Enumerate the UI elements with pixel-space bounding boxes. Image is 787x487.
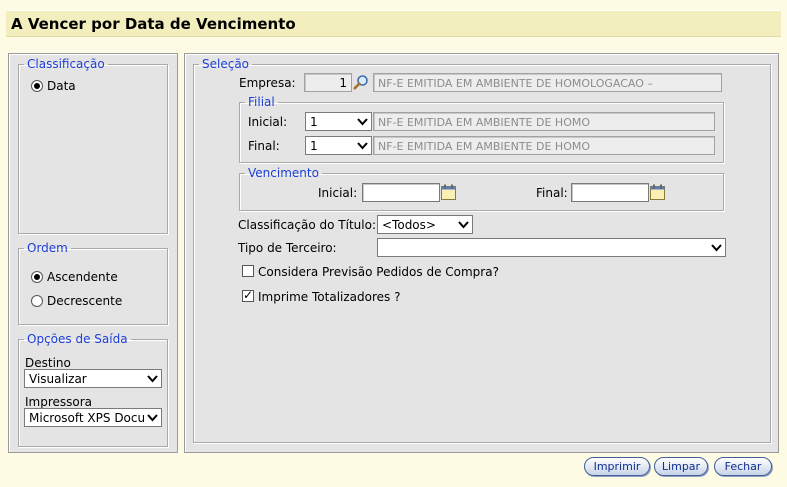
imprimir-button[interactable]: Imprimir [584, 457, 650, 476]
empresa-label: Empresa: [239, 76, 296, 90]
vencimento-inicial-input[interactable] [362, 183, 440, 202]
classificacao-legend: Classificação [27, 57, 105, 71]
limpar-button[interactable]: Limpar [654, 457, 708, 476]
destino-label: Destino [25, 356, 71, 370]
radio-ascendente[interactable] [31, 271, 43, 283]
impressora-value: Microsoft XPS Docu [29, 411, 146, 425]
classificacao-titulo-label: Classificação do Título: [238, 218, 376, 232]
impressora-label: Impressora [25, 395, 93, 409]
classificacao-titulo-value: <Todos> [382, 218, 436, 232]
considera-previsao-checkbox[interactable] [242, 265, 254, 277]
opcoes-saida-group: Opções de Saída [18, 332, 168, 447]
classificacao-titulo-select[interactable]: <Todos> [377, 215, 473, 234]
radio-decrescente-label: Decrescente [47, 294, 123, 308]
radio-decrescente[interactable] [31, 295, 43, 307]
chevron-down-icon [711, 244, 722, 252]
imprime-totalizadores-label: Imprime Totalizadores ? [258, 290, 401, 304]
tipo-terceiro-label: Tipo de Terceiro: [238, 241, 337, 255]
empresa-description-field: NF-E EMITIDA EM AMBIENTE DE HOMOLOGACAO … [373, 73, 722, 92]
vencimento-final-input[interactable] [571, 183, 649, 202]
fechar-button[interactable]: Fechar [714, 457, 772, 476]
radio-data-label: Data [47, 79, 76, 93]
checkmark-icon: ✓ [243, 288, 254, 302]
title-bar: A Vencer por Data de Vencimento [6, 10, 781, 37]
filial-final-value: 1 [310, 139, 318, 153]
vencimento-inicial-label: Inicial: [318, 186, 358, 200]
tipo-terceiro-select[interactable] [377, 238, 726, 257]
chevron-down-icon [147, 414, 158, 422]
ordem-legend: Ordem [27, 241, 68, 255]
imprime-totalizadores-checkbox[interactable]: ✓ [242, 288, 254, 302]
radio-data[interactable] [31, 80, 43, 92]
filial-final-select[interactable]: 1 [305, 136, 372, 155]
opcoes-saida-legend: Opções de Saída [27, 332, 128, 346]
vencimento-final-label: Final: [536, 186, 568, 200]
empresa-code: 1 [339, 76, 347, 90]
calendar-icon[interactable] [650, 184, 665, 200]
page-title: A Vencer por Data de Vencimento [11, 15, 296, 33]
empresa-description: NF-E EMITIDA EM AMBIENTE DE HOMOLOGACAO … [378, 77, 653, 90]
chevron-down-icon [357, 142, 368, 150]
filial-inicial-value: 1 [310, 115, 318, 129]
filial-inicial-select[interactable]: 1 [305, 112, 372, 131]
calendar-icon[interactable] [441, 184, 456, 200]
filial-inicial-description: NF-E EMITIDA EM AMBIENTE DE HOMO [378, 116, 591, 129]
vencimento-legend: Vencimento [248, 166, 319, 180]
filial-inicial-description-field: NF-E EMITIDA EM AMBIENTE DE HOMO [373, 112, 715, 131]
filial-final-label: Final: [248, 139, 280, 153]
selecao-panel: Seleção Empresa: 1 NF-E EMITIDA EM AMBIE… [184, 53, 779, 453]
filial-legend: Filial [248, 95, 275, 109]
filial-inicial-label: Inicial: [248, 115, 288, 129]
impressora-select[interactable]: Microsoft XPS Docu [24, 408, 162, 427]
filial-final-description: NF-E EMITIDA EM AMBIENTE DE HOMO [378, 140, 591, 153]
selecao-legend: Seleção [202, 57, 250, 71]
filial-final-description-field: NF-E EMITIDA EM AMBIENTE DE HOMO [373, 136, 715, 155]
left-panel: Classificação Data Ordem Ascendente Decr… [8, 53, 178, 453]
destino-value: Visualizar [29, 372, 87, 386]
chevron-down-icon [357, 118, 368, 126]
chevron-down-icon [458, 221, 469, 229]
empresa-code-input[interactable]: 1 [304, 73, 352, 92]
search-icon[interactable] [353, 74, 369, 90]
considera-previsao-label: Considera Previsão Pedidos de Compra? [258, 265, 499, 279]
destino-select[interactable]: Visualizar [24, 369, 162, 388]
chevron-down-icon [147, 375, 158, 383]
radio-ascendente-label: Ascendente [47, 270, 118, 284]
